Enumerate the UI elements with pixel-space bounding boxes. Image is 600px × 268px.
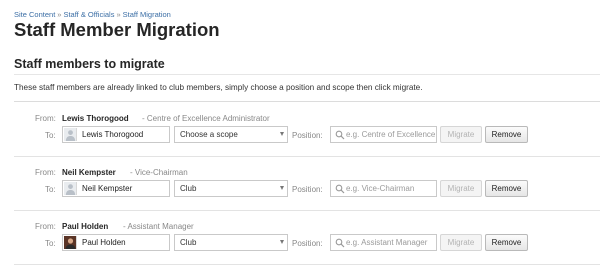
position-input[interactable]: [346, 181, 436, 196]
breadcrumb: Site Content» Staff & Officials» Staff Mig…: [14, 10, 171, 19]
search-icon: [335, 184, 345, 194]
user-photo-icon: [64, 236, 76, 249]
intro-divider: [14, 101, 600, 102]
position-input[interactable]: [346, 127, 436, 142]
row-divider: [14, 210, 600, 211]
position-label: Position:: [292, 185, 323, 194]
breadcrumb-staff-migration[interactable]: Staff Migration: [123, 10, 171, 19]
breadcrumb-separator: »: [116, 10, 121, 19]
member-name: Paul Holden: [62, 222, 109, 231]
page-title: Staff Member Migration: [14, 19, 220, 40]
member-role: - Vice-Chairman: [130, 168, 188, 177]
scope-select[interactable]: Choose a scope: [174, 126, 288, 143]
intro-text: These staff members are already linked t…: [14, 83, 423, 92]
chevron-down-icon: [280, 132, 284, 136]
scope-select-value: Club: [180, 184, 197, 193]
from-label: From:: [35, 168, 56, 177]
to-label: To:: [45, 185, 56, 194]
section-divider: [14, 74, 600, 75]
remove-button[interactable]: Remove: [485, 180, 528, 197]
position-label: Position:: [292, 239, 323, 248]
user-silhouette-icon: [65, 184, 76, 195]
migrate-button[interactable]: Migrate: [440, 234, 482, 251]
member-role: - Assistant Manager: [123, 222, 194, 231]
position-label: Position:: [292, 131, 323, 140]
linked-user-name: Lewis Thorogood: [82, 130, 144, 139]
linked-user-field[interactable]: Paul Holden: [62, 234, 170, 251]
from-label: From:: [35, 222, 56, 231]
chevron-down-icon: [280, 186, 284, 190]
migrate-button[interactable]: Migrate: [440, 126, 482, 143]
linked-user-field[interactable]: Neil Kempster: [62, 180, 170, 197]
to-label: To:: [45, 239, 56, 248]
position-field: [330, 234, 437, 251]
avatar: [64, 128, 77, 141]
member-role: - Centre of Excellence Administrator: [142, 114, 270, 123]
row-divider: [14, 264, 600, 265]
position-field: [330, 180, 437, 197]
chevron-down-icon: [280, 240, 284, 244]
breadcrumb-staff-officials[interactable]: Staff & Officials: [63, 10, 114, 19]
remove-button[interactable]: Remove: [485, 234, 528, 251]
scope-select[interactable]: Club: [174, 180, 288, 197]
section-heading: Staff members to migrate: [14, 57, 165, 71]
position-field: [330, 126, 437, 143]
avatar: [64, 236, 77, 249]
linked-user-name: Neil Kempster: [82, 184, 133, 193]
avatar: [64, 182, 77, 195]
to-label: To:: [45, 131, 56, 140]
scope-select-value: Club: [180, 238, 197, 247]
search-icon: [335, 130, 345, 140]
scope-select[interactable]: Club: [174, 234, 288, 251]
scope-select-value: Choose a scope: [180, 130, 238, 139]
row-divider: [14, 156, 600, 157]
search-icon: [335, 238, 345, 248]
breadcrumb-separator: »: [57, 10, 62, 19]
user-silhouette-icon: [65, 130, 76, 141]
member-name: Lewis Thorogood: [62, 114, 129, 123]
remove-button[interactable]: Remove: [485, 126, 528, 143]
linked-user-name: Paul Holden: [82, 238, 126, 247]
from-label: From:: [35, 114, 56, 123]
member-row-paul-holden: From: Paul Holden - Assistant Manager To…: [0, 219, 600, 268]
position-input[interactable]: [346, 235, 436, 250]
migrate-button[interactable]: Migrate: [440, 180, 482, 197]
linked-user-field[interactable]: Lewis Thorogood: [62, 126, 170, 143]
member-name: Neil Kempster: [62, 168, 116, 177]
breadcrumb-site-content[interactable]: Site Content: [14, 10, 55, 19]
